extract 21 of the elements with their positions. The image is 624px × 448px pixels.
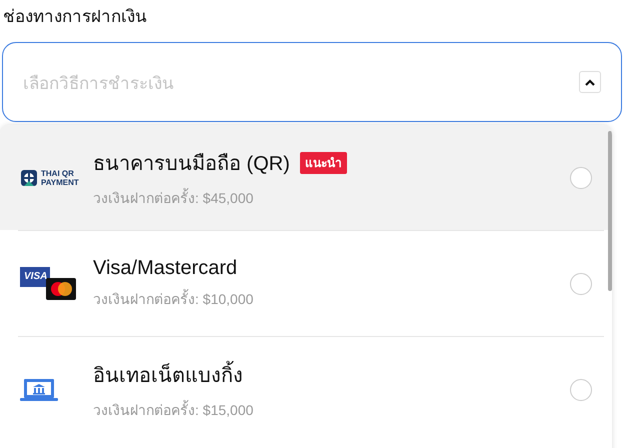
payment-option[interactable]: THAI QR PAYMENT ธนาคารบนมือถือ (QR) แนะนำ วงเงินฝากต่อครั้ง: $45,000: [0, 125, 612, 230]
laptop-bank-icon: [20, 378, 58, 402]
option-title: ธนาคารบนมือถือ (QR): [93, 152, 290, 176]
payment-option[interactable]: VISA Visa/Mastercard วงเงินฝากต่อครั้ง: $10,000: [0, 231, 612, 336]
field-label: ช่องทางการฝากเงิน: [2, 6, 148, 29]
radio-button[interactable]: [570, 166, 592, 188]
deposit-limit: วงเงินฝากต่อครั้ง: $15,000: [93, 399, 254, 420]
deposit-limit: วงเงินฝากต่อครั้ง: $10,000: [93, 288, 254, 309]
recommended-badge: แนะนำ: [300, 152, 347, 174]
scrollbar[interactable]: [608, 131, 612, 291]
card-logos: VISA: [20, 266, 76, 300]
option-title: อินเทอเน็ตแบงกิ้ง: [93, 358, 243, 390]
option-title: Visa/Mastercard: [93, 257, 238, 280]
caret-up-button[interactable]: [579, 71, 601, 93]
deposit-limit: วงเงินฝากต่อครั้ง: $45,000: [93, 187, 254, 208]
caret-up-icon: [585, 78, 595, 86]
select-placeholder: เลือกวิธีการชำระเงิน: [23, 72, 174, 96]
payment-option[interactable]: อินเทอเน็ตแบงกิ้ง วงเงินฝากต่อครั้ง: $15,000: [0, 337, 612, 442]
radio-button[interactable]: [570, 272, 592, 294]
radio-button[interactable]: [570, 378, 592, 400]
thai-qr-logo: THAI QR PAYMENT: [20, 168, 79, 186]
